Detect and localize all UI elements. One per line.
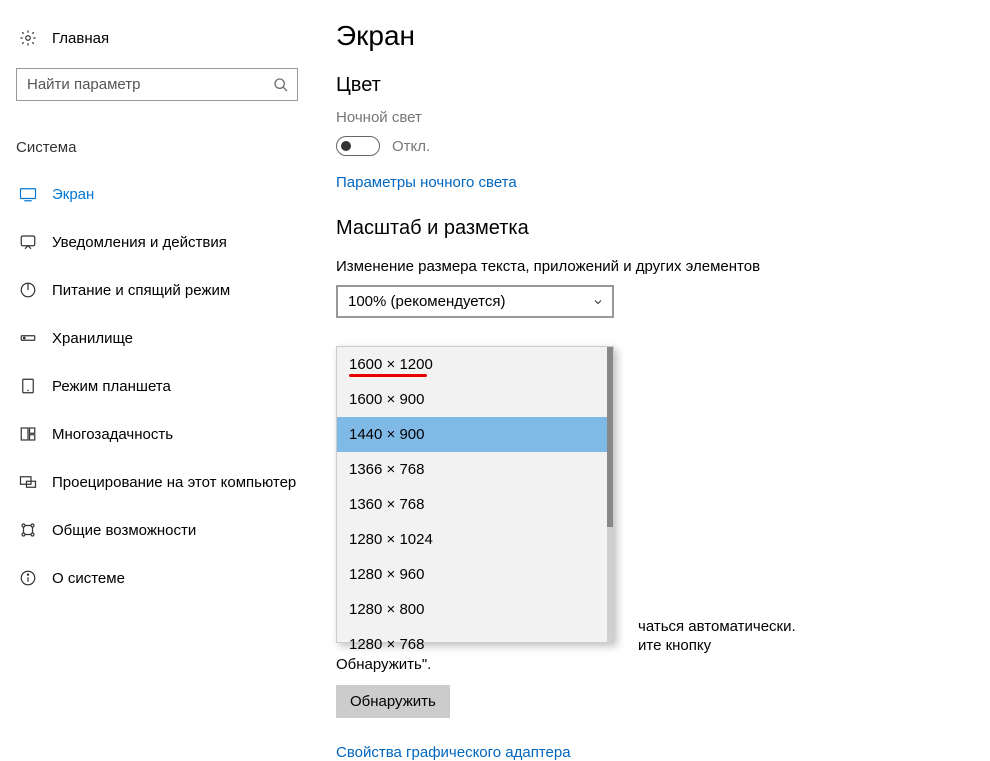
home-nav[interactable]: Главная — [10, 20, 320, 56]
section-color: Цвет — [336, 74, 990, 97]
sidebar-item-display[interactable]: Экран — [10, 170, 320, 218]
power-icon — [18, 280, 38, 300]
tablet-mode-icon — [18, 376, 38, 396]
sidebar-item-label: Питание и спящий режим — [52, 282, 230, 299]
partial-text: чаться автоматически. — [638, 618, 856, 635]
sidebar-item-shared-experiences[interactable]: Общие возможности — [10, 506, 320, 554]
shared-icon — [18, 520, 38, 540]
resolution-option[interactable]: 1366 × 768 — [337, 452, 613, 487]
annotation-underline — [349, 374, 427, 377]
search-input[interactable] — [27, 76, 273, 93]
sidebar-item-notifications[interactable]: Уведомления и действия — [10, 218, 320, 266]
sidebar-item-label: Экран — [52, 186, 94, 203]
sidebar-item-label: Проецирование на этот компьютер — [52, 474, 296, 491]
night-light-label: Ночной свет — [336, 109, 990, 126]
night-light-state: Откл. — [392, 138, 430, 155]
partial-text: ите кнопку — [638, 637, 856, 654]
sidebar-item-label: Общие возможности — [52, 522, 196, 539]
sidebar: Главная Система Экран Уведомления и дейс… — [0, 0, 320, 761]
resolution-option[interactable]: 1280 × 960 — [337, 557, 613, 592]
multitask-icon — [18, 424, 38, 444]
sidebar-item-label: Многозадачность — [52, 426, 173, 443]
scrollbar-thumb[interactable] — [607, 347, 613, 527]
resolution-option[interactable]: 1360 × 768 — [337, 487, 613, 522]
night-light-settings-link[interactable]: Параметры ночного света — [336, 174, 517, 191]
sidebar-item-label: О системе — [52, 570, 125, 587]
resolution-option[interactable]: 1600 × 1200 — [337, 347, 613, 382]
page-title: Экран — [336, 20, 990, 52]
scale-value: 100% (рекомендуется) — [348, 293, 505, 310]
sidebar-item-multitasking[interactable]: Многозадачность — [10, 410, 320, 458]
section-scale: Масштаб и разметка — [336, 217, 990, 240]
home-label: Главная — [52, 30, 109, 47]
about-icon — [18, 568, 38, 588]
resolution-option[interactable]: 1600 × 900 — [337, 382, 613, 417]
scale-dropdown[interactable]: 100% (рекомендуется) — [336, 285, 614, 318]
gear-icon — [18, 28, 38, 48]
sidebar-item-storage[interactable]: Хранилище — [10, 314, 320, 362]
sidebar-item-label: Хранилище — [52, 330, 133, 347]
main-content: Экран Цвет Ночной свет Откл. Параметры н… — [320, 0, 990, 761]
sidebar-item-label: Уведомления и действия — [52, 234, 227, 251]
dropdown-scrollbar[interactable] — [607, 347, 613, 642]
scale-label: Изменение размера текста, приложений и д… — [336, 258, 990, 275]
storage-icon — [18, 328, 38, 348]
sidebar-item-label: Режим планшета — [52, 378, 171, 395]
search-icon — [273, 77, 289, 93]
sidebar-item-about[interactable]: О системе — [10, 554, 320, 602]
sidebar-item-tablet-mode[interactable]: Режим планшета — [10, 362, 320, 410]
resolution-option-selected[interactable]: 1440 × 900 — [337, 417, 613, 452]
sidebar-item-power[interactable]: Питание и спящий режим — [10, 266, 320, 314]
sidebar-item-projecting[interactable]: Проецирование на этот компьютер — [10, 458, 320, 506]
search-input-container[interactable] — [16, 68, 298, 101]
display-icon — [18, 184, 38, 204]
partial-text: Обнаружить". — [336, 656, 856, 673]
project-icon — [18, 472, 38, 492]
notification-icon — [18, 232, 38, 252]
resolution-option[interactable]: 1280 × 1024 — [337, 522, 613, 557]
toggle-thumb — [341, 141, 351, 151]
adapter-properties-link[interactable]: Свойства графического адаптера — [336, 744, 856, 761]
detect-button[interactable]: Обнаружить — [336, 685, 450, 718]
night-light-toggle[interactable] — [336, 136, 380, 156]
resolution-dropdown-list[interactable]: 1600 × 1200 1600 × 900 1440 × 900 1366 ×… — [336, 346, 614, 643]
chevron-down-icon — [592, 296, 604, 308]
category-label: Система — [10, 131, 320, 170]
